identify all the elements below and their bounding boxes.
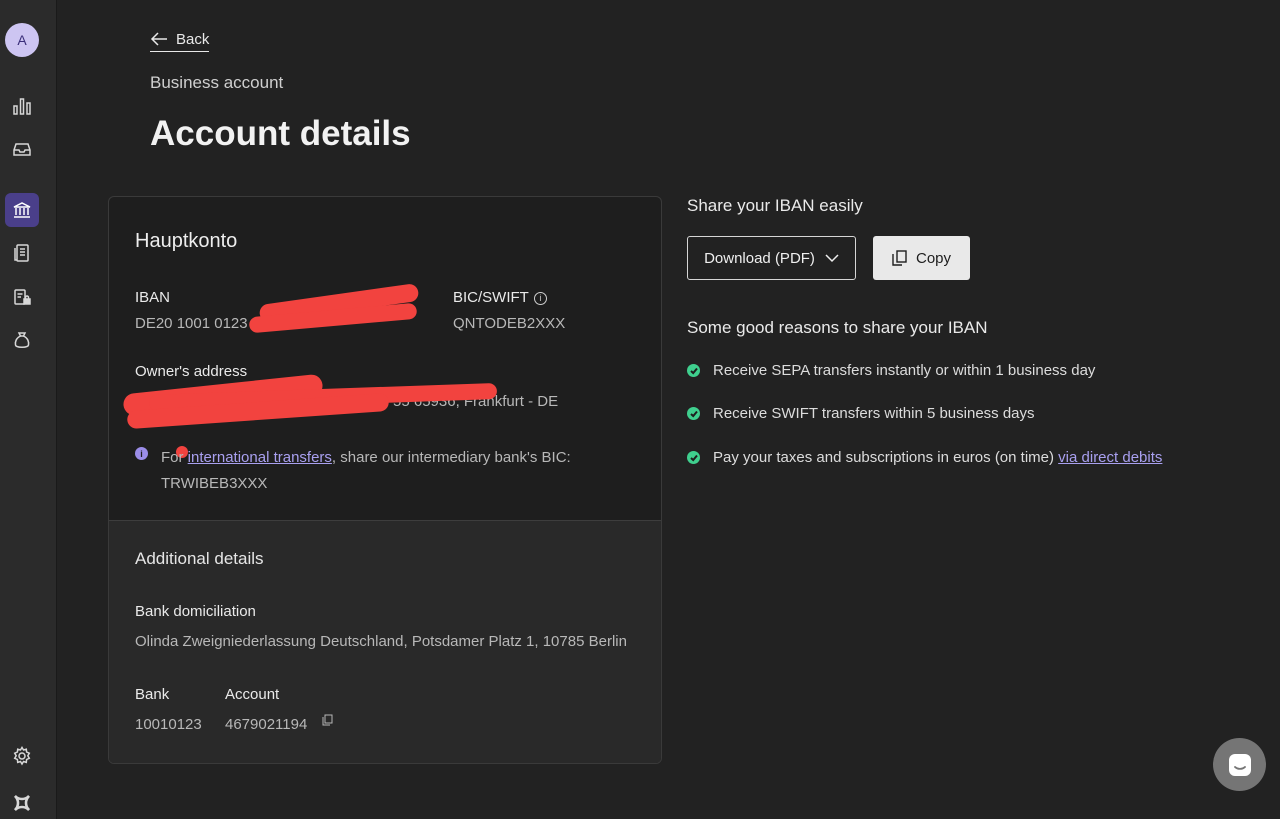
account-name: Hauptkonto xyxy=(135,230,238,252)
reason-item: Receive SEPA transfers instantly or with… xyxy=(687,362,1095,379)
reason-text: Receive SEPA transfers instantly or with… xyxy=(713,362,1096,379)
sidebar-item-documents[interactable] xyxy=(5,280,39,314)
international-transfers-link[interactable]: international transfers xyxy=(188,449,332,466)
sidebar-item-accounts[interactable] xyxy=(5,193,39,227)
domiciliation-value: Olinda Zweigniederlassung Deutschland, P… xyxy=(135,633,627,650)
chat-icon xyxy=(1228,753,1251,776)
reason-text: Pay your taxes and subscriptions in euro… xyxy=(713,449,1162,466)
reason-text-main: Pay your taxes and subscriptions in euro… xyxy=(713,449,1059,466)
bank-icon xyxy=(13,202,31,218)
sidebar-item-inbox[interactable] xyxy=(5,132,39,166)
direct-debits-link[interactable]: via direct debits xyxy=(1058,449,1162,466)
info-icon[interactable]: i xyxy=(533,292,547,305)
account-card-main: Hauptkonto IBAN DE20 1001 0123 46 BIC/SW… xyxy=(109,197,661,520)
page-title: Account details xyxy=(150,114,411,153)
money-bag-icon xyxy=(14,332,30,348)
bic-value[interactable]: QNTODEB2XXX xyxy=(453,315,565,332)
check-circle-icon xyxy=(687,451,700,464)
bar-chart-icon xyxy=(13,98,31,115)
international-transfer-note: For international transfers, share our i… xyxy=(161,445,631,497)
bic-label-text: BIC/SWIFT xyxy=(453,289,529,306)
note-prefix: For xyxy=(161,449,188,466)
account-card: Hauptkonto IBAN DE20 1001 0123 46 BIC/SW… xyxy=(108,196,662,764)
support-chat-button[interactable] xyxy=(1213,738,1266,791)
copy-icon[interactable] xyxy=(322,714,333,726)
info-icon: i xyxy=(135,447,148,460)
account-number-value: 4679021194 xyxy=(225,716,308,733)
download-label: Download (PDF) xyxy=(704,249,815,267)
share-heading: Share your IBAN easily xyxy=(687,196,863,215)
inbox-icon xyxy=(13,143,31,156)
locked-document-icon xyxy=(14,289,31,305)
sidebar-item-analytics[interactable] xyxy=(5,89,39,123)
iban-label: IBAN xyxy=(135,289,171,306)
domiciliation-label: Bank domiciliation xyxy=(135,603,256,620)
reason-text: Receive SWIFT transfers within 5 busines… xyxy=(713,405,1035,422)
account-number-label: Account xyxy=(225,686,280,703)
sidebar-item-savings[interactable] xyxy=(5,323,39,357)
settings-icon xyxy=(13,746,31,766)
download-pdf-button[interactable]: Download (PDF) xyxy=(687,236,856,280)
copy-label: Copy xyxy=(915,249,952,267)
reasons-heading: Some good reasons to share your IBAN xyxy=(687,318,988,337)
sidebar-item-settings[interactable] xyxy=(5,739,39,773)
reason-item: Receive SWIFT transfers within 5 busines… xyxy=(687,405,1035,422)
additional-details-title: Additional details xyxy=(135,549,264,568)
note-suffix: , share our intermediary bank's BIC: xyxy=(331,449,571,466)
check-circle-icon xyxy=(687,407,700,420)
intermediary-bic: TRWIBEB3XXX xyxy=(161,475,268,492)
page-subtitle: Business account xyxy=(150,73,284,92)
avatar[interactable]: A xyxy=(5,23,39,57)
arrow-left-icon xyxy=(150,32,167,46)
back-label: Back xyxy=(176,30,210,48)
bank-code-label: Bank xyxy=(135,686,170,703)
chevron-down-icon xyxy=(825,253,839,262)
additional-details-section: Additional details Bank domiciliation Ol… xyxy=(109,520,661,763)
bank-code-value: 10010123 xyxy=(135,716,202,733)
sidebar-item-invoices[interactable] xyxy=(5,236,39,270)
bic-label: BIC/SWIFT i xyxy=(453,289,547,306)
owner-address-label: Owner's address xyxy=(135,363,248,380)
invoice-icon xyxy=(14,244,29,262)
app-logo[interactable] xyxy=(5,786,39,819)
logo-icon xyxy=(14,795,30,811)
check-circle-icon xyxy=(687,364,700,377)
copy-icon xyxy=(892,250,907,266)
sidebar: A xyxy=(0,0,57,819)
copy-iban-button[interactable]: Copy xyxy=(873,236,970,280)
reason-item: Pay your taxes and subscriptions in euro… xyxy=(687,449,1162,466)
back-link[interactable]: Back xyxy=(150,30,210,52)
